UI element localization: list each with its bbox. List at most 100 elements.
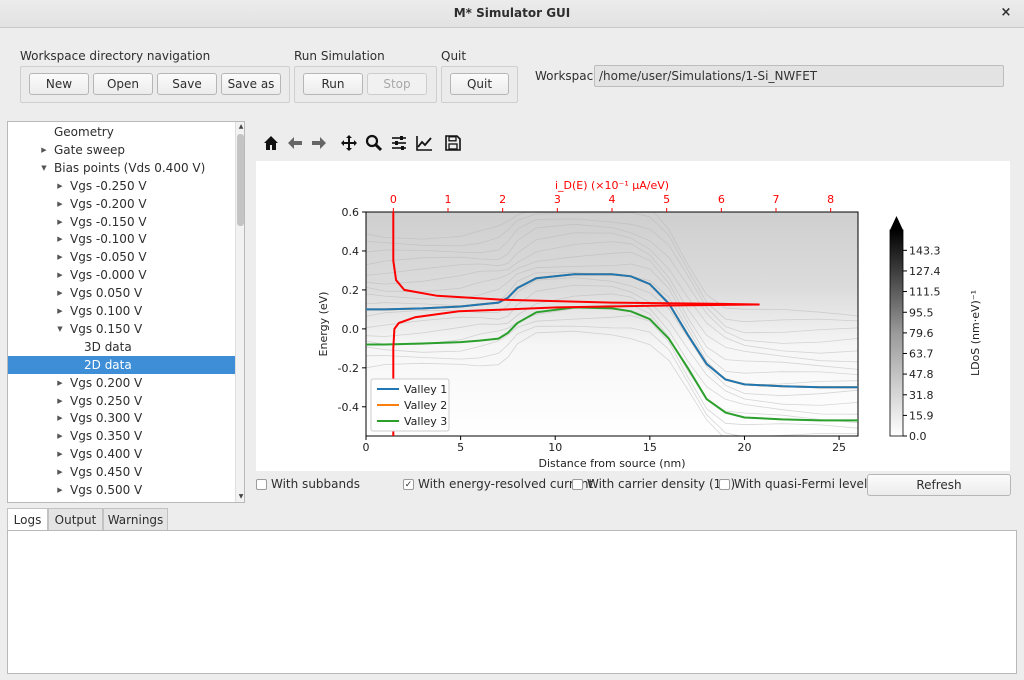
collapsed-arrow-icon[interactable]: ▶ — [55, 427, 65, 445]
checkbox-box[interactable] — [572, 479, 583, 490]
tree-item-label: Gate sweep — [54, 142, 126, 157]
collapsed-arrow-icon[interactable]: ▶ — [55, 409, 65, 427]
bias-point-tree[interactable]: ▲ ▼ Geometry ▶ Gate sweep ▼ Bias points (Vds… — [7, 121, 245, 503]
expanded-arrow-icon[interactable]: ▼ — [39, 159, 49, 177]
collapsed-arrow-icon[interactable]: ▶ — [55, 230, 65, 248]
checkbox-box[interactable]: ✓ — [403, 479, 414, 490]
collapsed-arrow-icon[interactable]: ▶ — [55, 177, 65, 195]
collapsed-arrow-icon[interactable]: ▶ — [55, 445, 65, 463]
tree-item[interactable]: ▶ Gate sweep — [8, 141, 235, 159]
checkbox-label: With energy-resolved current — [418, 477, 594, 491]
save-as-button[interactable]: Save as — [221, 73, 281, 95]
save-button[interactable]: Save — [157, 73, 217, 95]
top-x-tick-label: 4 — [609, 193, 616, 206]
tree-item[interactable]: ▶ Vgs 0.400 V — [8, 445, 235, 463]
tree-item[interactable]: 3D data — [8, 338, 235, 356]
x-tick-label: 10 — [548, 441, 562, 454]
tree-item-label: Vgs -0.150 V — [70, 214, 147, 229]
top-x-tick-label: 6 — [718, 193, 725, 206]
tree-item[interactable]: Geometry — [8, 123, 235, 141]
tree-item[interactable]: ▶ Vgs 0.050 V — [8, 284, 235, 302]
tab-warnings[interactable]: Warnings — [103, 508, 168, 531]
stop-button[interactable]: Stop — [367, 73, 427, 95]
collapsed-arrow-icon[interactable]: ▶ — [55, 302, 65, 320]
tree-item-label: Vgs -0.100 V — [70, 232, 147, 247]
tree-item-label: Vgs 0.400 V — [70, 447, 143, 462]
tree-item[interactable]: ▼ Vgs 0.150 V — [8, 320, 235, 338]
collapsed-arrow-icon[interactable]: ▶ — [55, 213, 65, 231]
x-tick-label: 15 — [643, 441, 657, 454]
open-button[interactable]: Open — [93, 73, 153, 95]
colorbar-tick-label: 111.5 — [909, 286, 941, 299]
expanded-arrow-icon[interactable]: ▼ — [55, 320, 65, 338]
tree-item[interactable]: ▶ Vgs -0.200 V — [8, 195, 235, 213]
tab-logs[interactable]: Logs — [7, 508, 48, 532]
run-button[interactable]: Run — [303, 73, 363, 95]
collapsed-arrow-icon[interactable]: ▶ — [55, 463, 65, 481]
collapsed-arrow-icon[interactable]: ▶ — [55, 248, 65, 266]
y-tick-label: 0.2 — [342, 284, 360, 297]
quit-button[interactable]: Quit — [450, 73, 509, 95]
pan-move-icon[interactable] — [340, 134, 358, 152]
tree-item[interactable]: ▶ Vgs 0.200 V — [8, 374, 235, 392]
scroll-up-arrow-icon[interactable]: ▲ — [236, 122, 244, 132]
x-tick-label: 20 — [737, 441, 751, 454]
forward-arrow-icon[interactable] — [310, 134, 328, 152]
top-x-tick-label: 1 — [445, 193, 452, 206]
workspace-path-field[interactable]: /home/user/Simulations/1-Si_NWFET — [594, 65, 1004, 87]
tree-item[interactable]: 2D data — [8, 355, 235, 374]
tree-item-label: Vgs 0.300 V — [70, 411, 143, 426]
tree-item[interactable]: ▶ Vgs -0.150 V — [8, 213, 235, 231]
refresh-button[interactable]: Refresh — [867, 474, 1011, 496]
collapsed-arrow-icon[interactable]: ▶ — [55, 481, 65, 499]
collapsed-arrow-icon[interactable]: ▶ — [55, 195, 65, 213]
top-x-tick-label: 2 — [499, 193, 506, 206]
save-floppy-icon[interactable] — [444, 134, 462, 152]
checkbox-box[interactable] — [256, 479, 267, 490]
tree-item-label: 2D data — [84, 357, 132, 372]
legend-label: Valley 3 — [404, 415, 447, 428]
checkbox-label: With subbands — [271, 477, 360, 491]
checkbox-label: With quasi-Fermi level — [734, 477, 868, 491]
tree-item[interactable]: ▶ Vgs -0.050 V — [8, 248, 235, 266]
tree-item[interactable]: ▶ Vgs 0.350 V — [8, 427, 235, 445]
collapsed-arrow-icon[interactable]: ▶ — [55, 374, 65, 392]
colorbar — [889, 229, 904, 437]
home-icon[interactable] — [262, 134, 280, 152]
collapsed-arrow-icon[interactable]: ▶ — [39, 141, 49, 159]
ldos-chart: 0 5 10 15 20 25 -0.4 -0.2 0.0 0.2 0.4 0.6 0 1 2 3 4 5 6 7 8 D… — [317, 179, 982, 470]
back-arrow-icon[interactable] — [286, 134, 304, 152]
collapsed-arrow-icon[interactable]: ▶ — [55, 266, 65, 284]
configure-subplots-icon[interactable] — [390, 134, 408, 152]
close-icon[interactable]: × — [998, 5, 1014, 21]
scroll-down-arrow-icon[interactable]: ▼ — [236, 492, 244, 502]
tab-output[interactable]: Output — [48, 508, 103, 531]
log-output-area[interactable] — [7, 530, 1017, 674]
colorbar-label: LDoS (nm·eV)⁻¹ — [969, 290, 982, 376]
tree-scrollbar[interactable]: ▲ ▼ — [235, 122, 244, 502]
top-x-axis-label: i_D(E) (×10⁻¹ μA/eV) — [555, 179, 669, 192]
new-button[interactable]: New — [29, 73, 89, 95]
tree-item[interactable]: ▶ Vgs -0.250 V — [8, 177, 235, 195]
legend-label: Valley 2 — [404, 399, 447, 412]
tree-item[interactable]: ▶ Vgs 0.500 V — [8, 481, 235, 499]
collapsed-arrow-icon[interactable]: ▶ — [55, 284, 65, 302]
edit-axis-curve-icon[interactable] — [415, 134, 433, 152]
colorbar-tick-label: 31.8 — [909, 389, 934, 402]
tree-item-label: Vgs -0.050 V — [70, 250, 147, 265]
collapsed-arrow-icon[interactable]: ▶ — [55, 392, 65, 410]
tree-item[interactable]: ▼ Bias points (Vds 0.400 V) — [8, 159, 235, 177]
zoom-magnifier-icon[interactable] — [365, 134, 383, 152]
tree-item-label: Geometry — [54, 125, 114, 139]
tree-item[interactable]: ▶ Vgs 0.250 V — [8, 392, 235, 410]
plot-canvas[interactable]: 0 5 10 15 20 25 -0.4 -0.2 0.0 0.2 0.4 0.6 0 1 2 3 4 5 6 7 8 D… — [256, 161, 1010, 471]
tree-item[interactable]: ▶ Vgs -0.000 V — [8, 266, 235, 284]
colorbar-tick-label: 127.4 — [909, 265, 941, 278]
tree-item[interactable]: ▶ Vgs 0.450 V — [8, 463, 235, 481]
tree-item-label: Vgs 0.450 V — [70, 465, 143, 480]
tree-item[interactable]: ▶ Vgs 0.300 V — [8, 409, 235, 427]
tree-item[interactable]: ▶ Vgs 0.100 V — [8, 302, 235, 320]
scrollbar-thumb[interactable] — [237, 134, 244, 226]
checkbox-box[interactable] — [719, 479, 730, 490]
tree-item[interactable]: ▶ Vgs -0.100 V — [8, 230, 235, 248]
